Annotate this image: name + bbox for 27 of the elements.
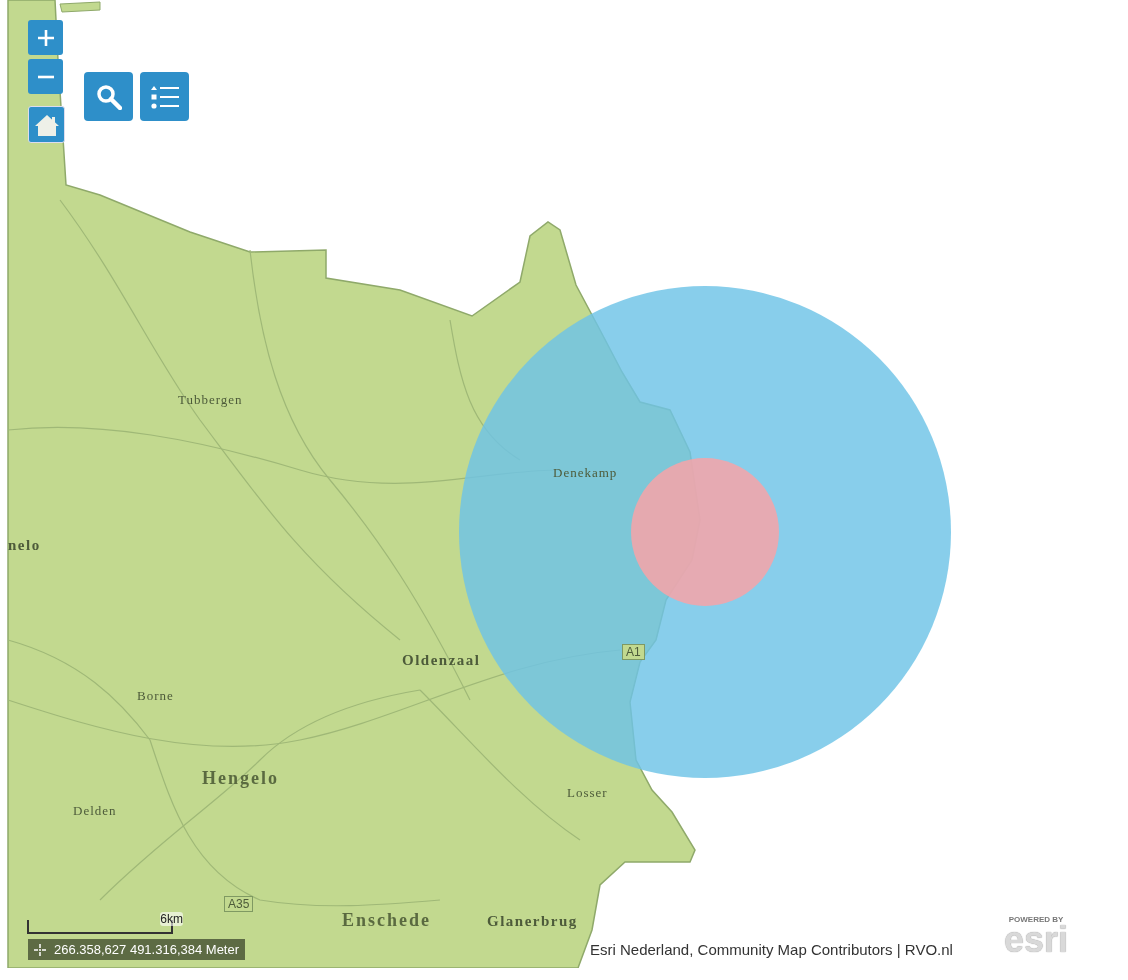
list-icon [150, 84, 179, 109]
place-label: Glanerbrug [487, 913, 578, 930]
place-label: Denekamp [553, 465, 618, 481]
place-label: Delden [73, 803, 117, 819]
layer-list-button[interactable] [140, 72, 189, 121]
search-button[interactable] [84, 72, 133, 121]
plus-icon [35, 27, 56, 48]
home-icon [34, 113, 59, 136]
place-label: nelo [8, 537, 41, 554]
place-label: Losser [567, 785, 608, 801]
scale-label: 6km [160, 912, 183, 926]
logo-tagline: POWERED BY [1008, 915, 1064, 924]
attribution-text: Esri Nederland, Community Map Contributors | RVO.nl [590, 941, 953, 958]
home-button[interactable] [28, 106, 65, 143]
place-label: Oldenzaal [402, 652, 481, 669]
zoom-out-button[interactable] [28, 59, 63, 94]
coordinates-text: 266.358,627 491.316,384 Meter [54, 942, 240, 957]
zoom-in-button[interactable] [28, 20, 63, 55]
place-label: Tubbergen [178, 392, 243, 408]
road-shield: A1 [622, 644, 645, 660]
minus-icon [35, 74, 56, 79]
road-shield: A35 [224, 896, 254, 912]
place-label: Hengelo [202, 768, 279, 789]
place-label: Enschede [342, 910, 431, 931]
search-icon [95, 83, 122, 110]
crosshair-icon [34, 943, 46, 956]
place-label: Borne [137, 688, 174, 704]
